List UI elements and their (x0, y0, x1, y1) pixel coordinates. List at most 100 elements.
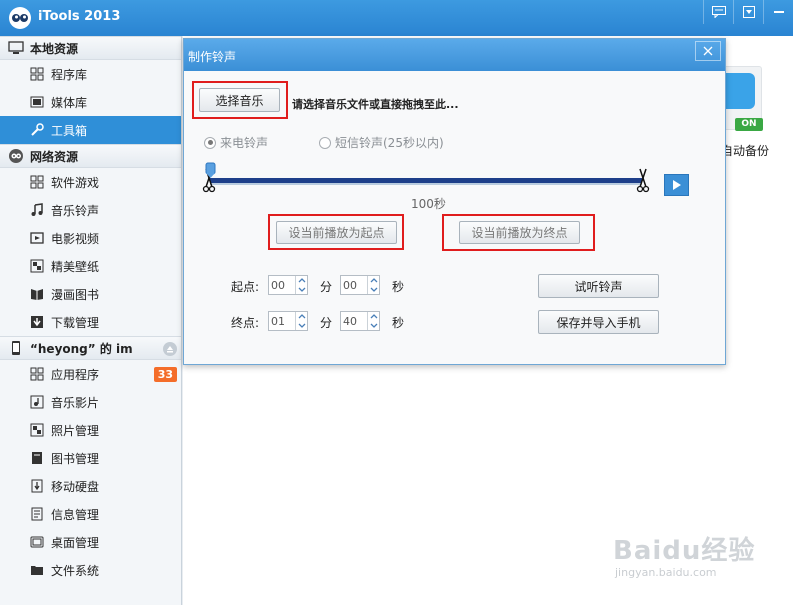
sidebar-item-comics-books[interactable]: 漫画图书 (0, 280, 181, 308)
minute-unit: 分 (320, 316, 333, 330)
start-second-value: 00 (343, 279, 357, 292)
section-device[interactable]: “heyong” 的 im (0, 336, 181, 360)
second-unit: 秒 (392, 316, 405, 330)
start-second-stepper[interactable]: 00 (340, 275, 380, 295)
end-minute-stepper[interactable]: 01 (268, 311, 308, 331)
select-music-button[interactable]: 选择音乐 (199, 88, 280, 112)
play-icon[interactable] (664, 174, 689, 196)
radio-label: 来电铃声 (220, 136, 269, 150)
sidebar-item-music-movies[interactable]: 音乐影片 (0, 388, 181, 416)
sidebar-item-messages[interactable]: 信息管理 (0, 500, 181, 528)
sidebar-item-label: 下载管理 (51, 315, 100, 330)
section-local-resources[interactable]: 本地资源 (0, 36, 181, 60)
window-controls (703, 0, 793, 24)
sidebar-item-label: 电影视频 (51, 231, 100, 246)
folder-icon (30, 563, 44, 577)
globe-icon (8, 148, 24, 164)
start-label: 起点: (231, 280, 260, 294)
sidebar-item-books[interactable]: 图书管理 (0, 444, 181, 472)
end-second-value: 40 (343, 315, 357, 328)
usb-icon (30, 479, 44, 493)
radio-label: 短信铃声(25秒以内) (335, 136, 444, 150)
spin-up-icon[interactable] (369, 312, 379, 320)
sidebar-item-desktop[interactable]: 桌面管理 (0, 528, 181, 556)
watermark-url: jingyan.baidu.com (615, 566, 717, 579)
app-title: iTools 2013 (38, 9, 121, 24)
spin-up-icon[interactable] (369, 276, 379, 284)
sidebar-item-label: 音乐铃声 (51, 203, 100, 218)
radio-call-ringtone[interactable]: 来电铃声 (204, 134, 268, 151)
music-note-icon (30, 203, 44, 217)
sidebar-item-file-system[interactable]: 文件系统 (0, 556, 181, 584)
section-title: 网络资源 (30, 149, 79, 164)
wrench-icon (30, 123, 44, 137)
message-icon (30, 507, 44, 521)
save-import-button[interactable]: 保存并导入手机 (538, 310, 659, 334)
start-minute-value: 00 (271, 279, 285, 292)
sidebar-item-toolbox[interactable]: 工具箱 (0, 116, 181, 144)
sidebar-item-wallpapers[interactable]: 精美壁纸 (0, 252, 181, 280)
radio-dot (204, 136, 216, 149)
preview-ringtone-button[interactable]: 试听铃声 (538, 274, 659, 298)
sidebar-item-label: 信息管理 (51, 507, 100, 522)
phone-icon (8, 340, 24, 356)
grid-icon (30, 67, 44, 81)
picture-icon (30, 259, 44, 273)
music-note-icon (30, 395, 44, 409)
spin-down-icon[interactable] (369, 285, 379, 293)
close-icon[interactable] (695, 41, 721, 61)
spin-down-icon[interactable] (297, 321, 307, 329)
timeline-track (210, 178, 642, 183)
second-unit: 秒 (392, 280, 405, 294)
sidebar-item-applications[interactable]: 应用程序 33 (0, 360, 181, 388)
picture-icon (30, 423, 44, 437)
auto-backup-label: 自动备份 (721, 144, 770, 158)
sidebar-item-label: 桌面管理 (51, 535, 100, 550)
section-title: 本地资源 (30, 41, 79, 56)
spin-up-icon[interactable] (297, 276, 307, 284)
minute-unit: 分 (320, 280, 333, 294)
sidebar-item-music-ringtones[interactable]: 音乐铃声 (0, 196, 181, 224)
watermark-text: Baidu经验 (613, 536, 756, 566)
desktop-icon (30, 535, 44, 549)
sidebar-item-label: 文件系统 (51, 563, 100, 578)
section-network-resources[interactable]: 网络资源 (0, 144, 181, 168)
sidebar-item-label: 移动硬盘 (51, 479, 100, 494)
eject-icon[interactable] (163, 342, 177, 356)
download-icon (30, 315, 44, 329)
set-end-button[interactable]: 设当前播放为终点 (459, 221, 580, 244)
sidebar-item-label: 漫画图书 (51, 287, 100, 302)
sidebar-item-software-games[interactable]: 软件游戏 (0, 168, 181, 196)
sidebar-item-app-library[interactable]: 程序库 (0, 60, 181, 88)
chat-icon[interactable] (703, 0, 733, 24)
title-bar: iTools 2013 (0, 0, 793, 36)
on-badge: ON (735, 118, 763, 131)
minimize-icon[interactable] (763, 0, 793, 24)
drop-hint: 请选择音乐文件或直接拖拽至此... (292, 98, 459, 111)
radio-sms-ringtone[interactable]: 短信铃声(25秒以内) (319, 134, 444, 151)
sidebar-item-label: 软件游戏 (51, 175, 100, 190)
spin-down-icon[interactable] (369, 321, 379, 329)
radio-dot (319, 136, 331, 149)
sidebar-item-label: 应用程序 (51, 367, 100, 382)
start-minute-stepper[interactable]: 00 (268, 275, 308, 295)
sidebar-item-photos[interactable]: 照片管理 (0, 416, 181, 444)
sidebar-item-label: 工具箱 (51, 123, 88, 138)
sidebar-item-label: 程序库 (51, 67, 88, 82)
sidebar-item-label: 精美壁纸 (51, 259, 100, 274)
sidebar-item-usb-drive[interactable]: 移动硬盘 (0, 472, 181, 500)
spin-up-icon[interactable] (297, 312, 307, 320)
section-title: “heyong” 的 im (30, 341, 133, 356)
media-icon (30, 95, 44, 109)
spin-down-icon[interactable] (297, 285, 307, 293)
set-start-button[interactable]: 设当前播放为起点 (276, 221, 397, 244)
sidebar-item-movies-videos[interactable]: 电影视频 (0, 224, 181, 252)
end-second-stepper[interactable]: 40 (340, 311, 380, 331)
dropdown-menu-icon[interactable] (733, 0, 763, 24)
book-icon (30, 287, 44, 301)
sidebar-item-downloads[interactable]: 下载管理 (0, 308, 181, 336)
sidebar-item-media-library[interactable]: 媒体库 (0, 88, 181, 116)
count-badge: 33 (153, 367, 177, 382)
end-minute-value: 01 (271, 315, 285, 328)
grid-icon (30, 175, 44, 189)
